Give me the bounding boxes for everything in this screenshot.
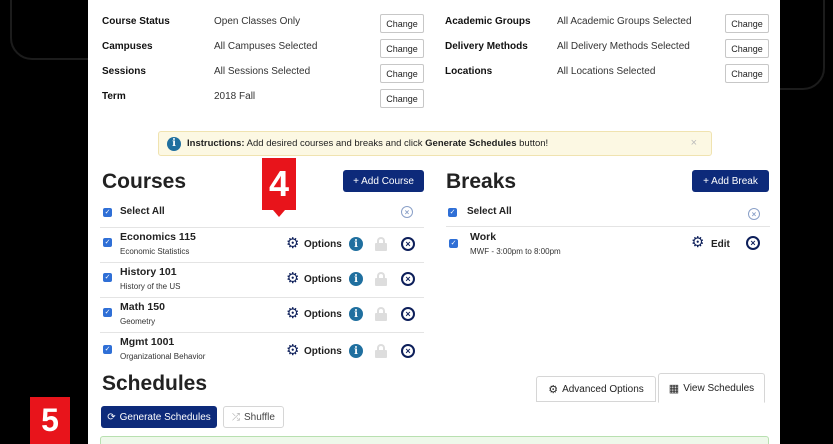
course-row: ✓ Math 150 Geometry ⚙ Options i × — [100, 297, 424, 331]
filter-value: All Sessions Selected — [214, 66, 311, 77]
instructions-prefix: Instructions: — [187, 138, 245, 149]
shuffle-label: Shuffle — [244, 411, 275, 423]
calendar-icon: ▦ — [668, 382, 680, 395]
remove-course-icon[interactable]: × — [401, 307, 415, 321]
cogs-icon: ⚙ — [548, 383, 559, 396]
schedules-result-box — [100, 436, 769, 444]
close-icon[interactable]: × — [691, 137, 697, 149]
edit-break-button[interactable]: Edit — [711, 239, 730, 250]
change-term-button[interactable]: Change — [380, 89, 424, 108]
select-all-courses-checkbox[interactable]: ✓ — [103, 208, 112, 217]
filter-label: Delivery Methods — [445, 41, 528, 52]
remove-break-icon[interactable]: × — [746, 236, 760, 250]
course-subtitle: History of the US — [120, 282, 181, 291]
step-4-badge: 4 — [262, 158, 296, 210]
info-icon[interactable]: i — [349, 237, 363, 251]
remove-all-breaks-icon[interactable]: × — [748, 208, 760, 220]
course-name: Mgmt 1001 — [120, 336, 175, 348]
course-subtitle: Geometry — [120, 317, 156, 326]
instructions-alert: i Instructions: Add desired courses and … — [158, 131, 712, 156]
info-icon[interactable]: i — [349, 307, 363, 321]
course-options-button[interactable]: Options — [304, 274, 342, 285]
add-course-button[interactable]: + Add Course — [343, 170, 424, 192]
tab-label: Advanced Options — [562, 383, 644, 395]
info-icon[interactable]: i — [349, 272, 363, 286]
change-delivery-methods-button[interactable]: Change — [725, 39, 769, 58]
add-break-button[interactable]: + Add Break — [692, 170, 769, 192]
filter-value: All Delivery Methods Selected — [557, 41, 690, 52]
lock-icon[interactable] — [375, 272, 387, 286]
filter-label: Course Status — [102, 16, 170, 27]
generate-schedules-label: Generate Schedules — [119, 411, 211, 423]
gear-icon[interactable]: ⚙ — [286, 271, 299, 286]
change-sessions-button[interactable]: Change — [380, 64, 424, 83]
course-checkbox[interactable]: ✓ — [103, 273, 112, 282]
instructions-text: Add desired courses and breaks and click — [244, 138, 426, 149]
tab-label: View Schedules — [683, 382, 755, 394]
instructions-emphasis: Generate Schedules — [425, 138, 517, 149]
gear-icon[interactable]: ⚙ — [286, 343, 299, 358]
gear-icon[interactable]: ⚙ — [286, 236, 299, 251]
filter-label: Sessions — [102, 66, 146, 77]
course-options-button[interactable]: Options — [304, 239, 342, 250]
course-subtitle: Economic Statistics — [120, 247, 190, 256]
course-name: Economics 115 — [120, 231, 196, 243]
filter-label: Locations — [445, 66, 493, 77]
info-icon[interactable]: i — [349, 344, 363, 358]
filter-value: 2018 Fall — [214, 91, 256, 102]
filter-value: Open Classes Only — [214, 16, 301, 27]
change-academic-groups-button[interactable]: Change — [725, 14, 769, 33]
filter-label: Campuses — [102, 41, 153, 52]
lock-icon[interactable] — [375, 237, 387, 251]
select-all-label: Select All — [120, 206, 165, 217]
info-icon: i — [167, 136, 181, 151]
break-row: ✓ Work MWF - 3:00pm to 8:00pm ⚙ Edit × — [446, 226, 770, 262]
remove-course-icon[interactable]: × — [401, 272, 415, 286]
shuffle-icon: ⤮ — [232, 411, 241, 423]
gear-icon[interactable]: ⚙ — [286, 306, 299, 321]
step-5-badge: 5 — [30, 397, 70, 444]
lock-icon[interactable] — [375, 307, 387, 321]
filter-value: All Campuses Selected — [214, 41, 318, 52]
filter-label: Academic Groups — [445, 16, 531, 27]
tab-view-schedules[interactable]: ▦ View Schedules — [658, 373, 765, 403]
refresh-icon: ⟳ — [107, 411, 116, 423]
schedules-heading: Schedules — [102, 372, 208, 395]
course-checkbox[interactable]: ✓ — [103, 238, 112, 247]
change-locations-button[interactable]: Change — [725, 64, 769, 83]
remove-course-icon[interactable]: × — [401, 237, 415, 251]
filter-label: Term — [102, 91, 126, 102]
step-4-arrow — [273, 210, 285, 217]
remove-all-courses-icon[interactable]: × — [401, 206, 413, 218]
course-options-button[interactable]: Options — [304, 309, 342, 320]
course-checkbox[interactable]: ✓ — [103, 345, 112, 354]
lock-icon[interactable] — [375, 344, 387, 358]
instructions-text-end: button! — [516, 138, 549, 149]
change-campuses-button[interactable]: Change — [380, 39, 424, 58]
filter-value: All Academic Groups Selected — [557, 16, 692, 27]
filter-value: All Locations Selected — [557, 66, 656, 77]
tab-advanced-options[interactable]: ⚙ Advanced Options — [536, 376, 656, 402]
select-all-label: Select All — [467, 206, 512, 217]
course-row: ✓ Economics 115 Economic Statistics ⚙ Op… — [100, 227, 424, 261]
generate-schedules-button[interactable]: ⟳ Generate Schedules — [101, 406, 217, 428]
remove-course-icon[interactable]: × — [401, 344, 415, 358]
break-subtitle: MWF - 3:00pm to 8:00pm — [470, 247, 561, 256]
course-name: History 101 — [120, 266, 177, 278]
gear-icon[interactable]: ⚙ — [691, 235, 704, 250]
course-checkbox[interactable]: ✓ — [103, 308, 112, 317]
courses-heading: Courses — [102, 170, 187, 193]
course-name: Math 150 — [120, 301, 165, 313]
course-row: ✓ History 101 History of the US ⚙ Option… — [100, 262, 424, 296]
shuffle-button[interactable]: ⤮ Shuffle — [223, 406, 284, 428]
select-all-breaks-checkbox[interactable]: ✓ — [448, 208, 457, 217]
break-checkbox[interactable]: ✓ — [449, 239, 458, 248]
breaks-heading: Breaks — [446, 170, 517, 193]
course-subtitle: Organizational Behavior — [120, 352, 206, 361]
course-row: ✓ Mgmt 1001 Organizational Behavior ⚙ Op… — [100, 332, 424, 366]
change-course-status-button[interactable]: Change — [380, 14, 424, 33]
course-options-button[interactable]: Options — [304, 346, 342, 357]
break-name: Work — [470, 231, 497, 243]
